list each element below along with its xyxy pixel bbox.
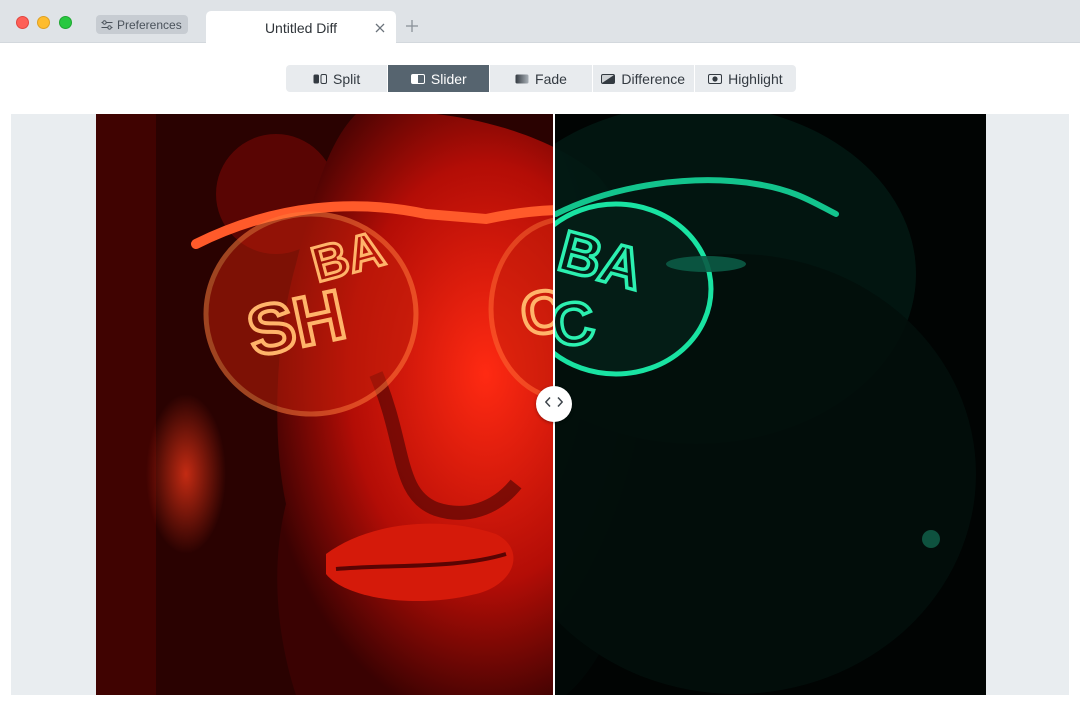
comparison-canvas: SH BA C BA C — [11, 114, 1069, 695]
mode-slider-button[interactable]: Slider — [388, 65, 491, 92]
view-mode-selector: Split Slider Fade Difference Highlight — [286, 65, 796, 92]
slider-icon — [410, 73, 425, 84]
mode-highlight-button[interactable]: Highlight — [695, 65, 796, 92]
mode-slider-label: Slider — [430, 70, 467, 87]
chevron-left-right-icon — [544, 395, 564, 413]
close-icon[interactable] — [374, 21, 386, 33]
before-image: SH BA C — [96, 114, 554, 695]
slider-handle[interactable] — [536, 386, 572, 422]
mode-highlight-label: Highlight — [728, 70, 783, 87]
title-bar: Preferences Untitled Diff — [0, 0, 1080, 44]
fade-icon — [515, 74, 529, 84]
tab-title: Untitled Diff — [264, 20, 338, 36]
preferences-button[interactable]: Preferences — [96, 15, 188, 34]
mode-fade-button[interactable]: Fade — [490, 65, 593, 92]
tab-untitled-diff[interactable]: Untitled Diff — [206, 11, 396, 44]
mode-difference-button[interactable]: Difference — [593, 65, 695, 92]
mode-split-button[interactable]: Split — [286, 65, 389, 92]
mode-difference-label: Difference — [621, 70, 685, 87]
sliders-icon — [101, 19, 113, 30]
split-icon — [313, 73, 327, 84]
image-comparison: SH BA C BA C — [96, 114, 986, 695]
mode-split-label: Split — [332, 70, 361, 87]
close-window-button[interactable] — [16, 16, 29, 29]
after-image: BA C — [554, 114, 986, 695]
zoom-window-button[interactable] — [59, 16, 72, 29]
difference-icon — [601, 73, 616, 84]
plus-icon[interactable] — [405, 19, 419, 33]
mode-fade-label: Fade — [535, 70, 567, 87]
highlight-icon — [708, 73, 723, 84]
preferences-label: Preferences — [117, 17, 182, 32]
minimize-window-button[interactable] — [37, 16, 50, 29]
